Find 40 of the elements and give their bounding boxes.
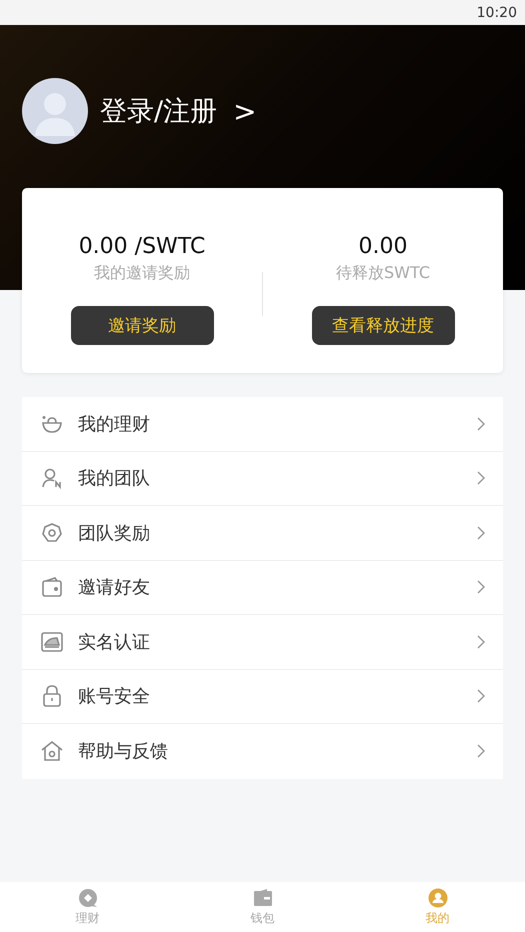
- menu-label: 邀请好友: [78, 576, 151, 600]
- status-time: 10:20: [476, 4, 517, 20]
- menu-label: 账号安全: [78, 685, 151, 708]
- action-button[interactable]: 邀请奖励: [70, 306, 214, 345]
- action-button[interactable]: 查看释放进度: [312, 306, 454, 345]
- menu-item[interactable]: 账号安全: [22, 670, 503, 724]
- menu-label: 我的团队: [78, 467, 151, 490]
- chevron-icon: [477, 580, 485, 594]
- stat-value: 0.00: [358, 234, 408, 259]
- menu-item[interactable]: 邀请好友: [22, 560, 503, 615]
- menu-label: 团队奖励: [78, 522, 151, 545]
- chevron-icon: [477, 471, 485, 486]
- id-card-icon: [40, 630, 64, 654]
- wallet-icon: [40, 575, 64, 600]
- menu-item[interactable]: 我的团队: [22, 452, 503, 506]
- login-link[interactable]: 登录/注册: [100, 93, 218, 129]
- stat-label: 待释放SWTC: [336, 263, 430, 284]
- stat-label: 我的邀请奖励: [94, 263, 190, 284]
- gear-icon: [40, 520, 64, 545]
- stat-value: 0.00 /SWTC: [78, 234, 206, 259]
- chevron-icon: [477, 526, 485, 540]
- lock-icon: [40, 684, 64, 708]
- avatar-icon[interactable]: [22, 78, 88, 144]
- menu-label: 我的理财: [78, 412, 151, 436]
- chevron-icon: [477, 744, 485, 758]
- menu-label: 实名认证: [78, 630, 151, 654]
- menu-item[interactable]: 团队奖励: [22, 506, 503, 560]
- person-icon: [40, 466, 64, 490]
- menu-item[interactable]: 我的理财: [22, 397, 503, 452]
- menu-item[interactable]: 实名认证: [22, 615, 503, 670]
- menu-label: 帮助与反馈: [78, 740, 169, 764]
- profile-icon: [428, 888, 448, 908]
- chevron-icon: [477, 689, 485, 704]
- wallet-icon: [252, 888, 272, 908]
- chat-bubble-icon: [78, 888, 98, 908]
- chevron-icon: [477, 634, 485, 649]
- chevron-icon: [477, 416, 485, 431]
- house-icon: [40, 739, 64, 764]
- chevron-icon[interactable]: >: [233, 94, 257, 128]
- menu-item[interactable]: 帮助与反馈: [22, 724, 503, 778]
